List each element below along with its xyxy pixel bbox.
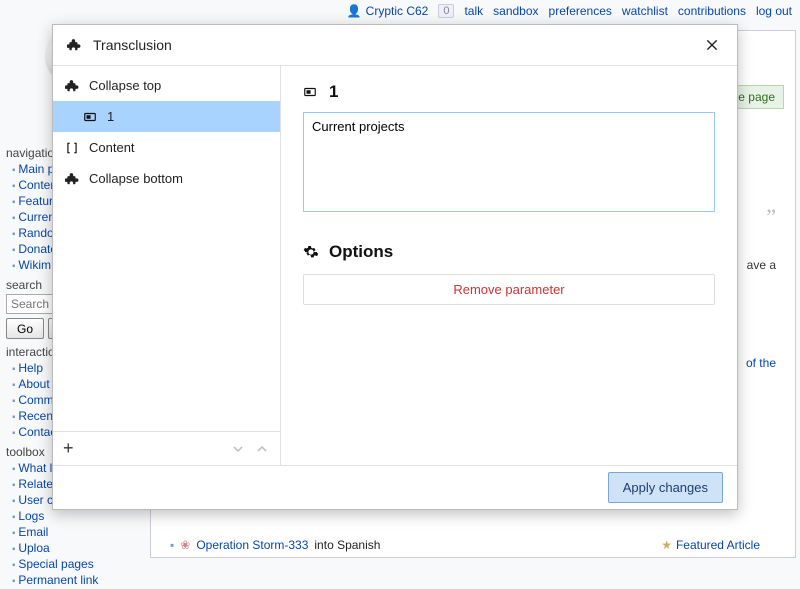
link-watchlist[interactable]: watchlist [622,4,668,18]
outline-item[interactable]: Collapse bottom [53,163,280,194]
outline-item[interactable]: Content [53,132,280,163]
parameter-value-input[interactable] [303,112,715,212]
go-button[interactable]: Go [6,318,44,339]
outline-item-label: Content [89,140,135,155]
parameter-panel: 1 Options Remove parameter [281,66,737,465]
link-sandbox[interactable]: sandbox [493,4,538,18]
nav-item[interactable]: Email [12,525,146,539]
chevron-up-icon [256,443,268,455]
brackets-icon [65,141,79,155]
dialog-title: Transclusion [93,37,172,53]
apply-changes-button[interactable]: Apply changes [608,472,723,503]
account-links: Cryptic C62 0 talk sandbox preferences w… [0,4,800,18]
nav-item[interactable]: Logs [12,509,146,523]
options-heading: Options [303,242,715,262]
param-icon [303,85,319,99]
bullet-icon: ▪ [170,538,174,552]
param-icon [83,110,97,124]
link-talk[interactable]: talk [464,4,483,18]
featured-article-link[interactable]: Featured Article [661,538,760,552]
outline-item-label: 1 [107,109,114,124]
globe-small-icon: ❀ [180,538,190,552]
puzzle-icon [65,79,79,93]
close-button[interactable] [701,34,723,56]
dialog-header: Transclusion [53,25,737,65]
dialog-footer: Apply changes [53,465,737,509]
add-part-button[interactable]: + [63,438,74,459]
username-link[interactable]: Cryptic C62 [347,4,429,18]
outline-item[interactable]: 1 [53,101,280,132]
chevron-down-icon [232,443,244,455]
nav-item[interactable]: Special pages [12,557,146,571]
transclusion-dialog: Transclusion Collapse top1ContentCollaps… [52,24,738,510]
text-fragment: of the [746,356,776,370]
outline-item-label: Collapse bottom [89,171,183,186]
move-down-button[interactable] [230,443,246,455]
text-fragment: into Spanish [314,538,380,552]
nav-item[interactable]: Permanent link [12,573,146,587]
outline-item[interactable]: Collapse top [53,70,280,101]
text-fragment: ave a [747,258,776,272]
nav-item[interactable]: Uploa [12,541,146,555]
puzzle-icon [67,38,83,52]
template-outline: Collapse top 1 Content Collapse bottom + [53,66,281,465]
outline-footer: + [53,431,280,465]
link-preferences[interactable]: preferences [549,4,612,18]
close-icon [705,38,719,52]
link-contributions[interactable]: contributions [678,4,746,18]
options-heading-text: Options [329,242,393,262]
quote-icon: ” [766,204,776,230]
bottom-news-line: ▪ ❀ Operation Storm-333 into Spanish [170,538,380,552]
parameter-name-text: 1 [329,82,338,102]
notification-badge[interactable]: 0 [438,4,454,18]
puzzle-icon [65,172,79,186]
outline-item-label: Collapse top [89,78,161,93]
gear-icon [303,244,319,260]
article-link[interactable]: Operation Storm-333 [196,538,308,552]
move-up-button[interactable] [254,443,270,455]
parameter-name-label: 1 [303,82,715,102]
remove-parameter-button[interactable]: Remove parameter [303,274,715,305]
link-logout[interactable]: log out [756,4,792,18]
